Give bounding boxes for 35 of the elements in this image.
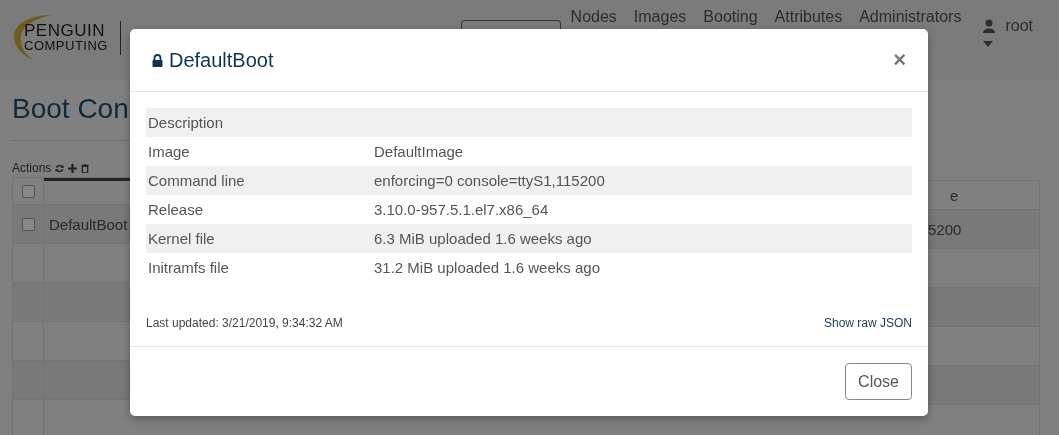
close-button[interactable]: Close — [845, 363, 912, 400]
field-label: Release — [148, 201, 204, 218]
nav-link[interactable]: Attributes — [774, 8, 843, 26]
show-raw-json-link[interactable]: Show raw JSON — [823, 316, 912, 330]
actions-label: Actions — [12, 161, 52, 175]
field-label: Initramfs file — [148, 259, 229, 276]
field-value: 3.10.0-957.5.1.el7.x86_64 — [374, 201, 549, 218]
nav-link[interactable]: Nodes — [570, 8, 617, 26]
logo-text: PENGUIN — [24, 23, 106, 38]
table-cell: 5200 — [928, 220, 962, 238]
field-value: 6.3 MiB uploaded 1.6 weeks ago — [374, 230, 592, 247]
plus-icon[interactable] — [68, 163, 78, 173]
user-name[interactable]: root — [1005, 17, 1033, 35]
checkbox[interactable] — [21, 184, 35, 198]
nav-link[interactable]: Booting — [703, 8, 758, 26]
field-value: enforcing=0 console=ttyS1,115200 — [374, 172, 605, 189]
user-icon — [983, 19, 996, 33]
logo-text: COMPUTING — [24, 38, 108, 53]
field-label: Command line — [148, 172, 245, 189]
page-title: Boot Con — [12, 92, 130, 126]
field-label: Image — [148, 143, 190, 160]
column-header: e — [949, 185, 960, 206]
table-cell-text: DefaultBoot — [48, 214, 129, 235]
modal-title: DefaultBoot — [169, 48, 274, 72]
last-updated-text: Last updated: 3/21/2019, 9:34:32 AM — [146, 316, 343, 330]
refresh-icon[interactable] — [55, 163, 65, 173]
checkbox[interactable] — [21, 217, 35, 231]
caret-icon[interactable] — [983, 41, 994, 47]
field-value: 31.2 MiB uploaded 1.6 weeks ago — [374, 259, 600, 276]
field-label: Description — [148, 114, 224, 131]
trash-icon[interactable] — [81, 163, 90, 173]
field-value: DefaultImage — [374, 143, 464, 160]
nav-link[interactable]: Administrators — [859, 8, 962, 26]
nav-link[interactable]: Images — [633, 8, 687, 26]
field-label: Kernel file — [148, 230, 215, 247]
